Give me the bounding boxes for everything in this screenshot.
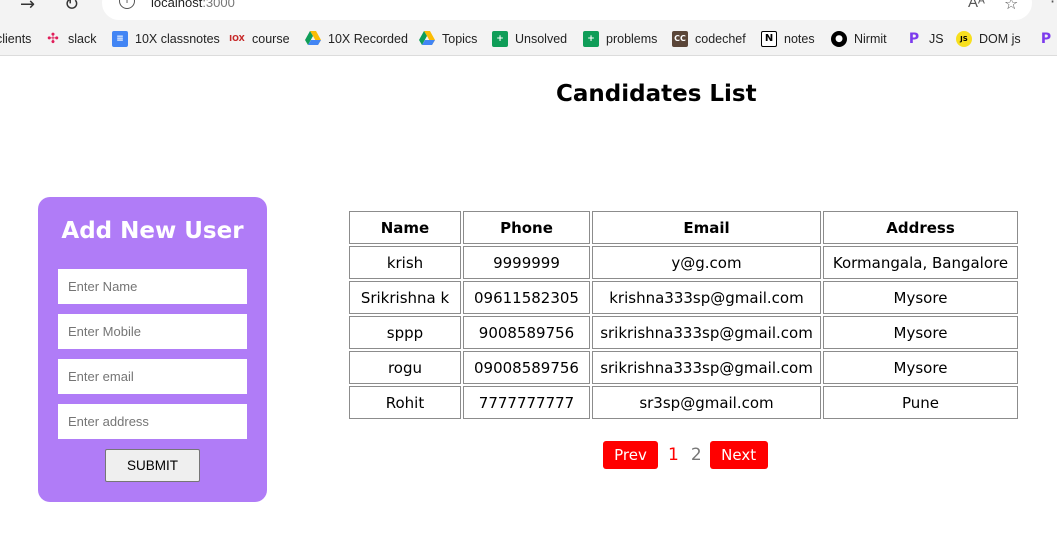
pagination: Prev 1 2 Next <box>603 441 768 469</box>
drive-icon <box>419 31 435 47</box>
email-input[interactable] <box>58 359 247 394</box>
add-user-form: Add New User SUBMIT <box>38 197 267 502</box>
bookmark-problems[interactable]: + problems <box>583 30 657 48</box>
bookmark-10x-recorded[interactable]: 10X Recorded <box>305 30 408 48</box>
cell-phone: 9008589756 <box>463 316 590 349</box>
column-header-phone: Phone <box>463 211 590 244</box>
cell-name: rogu <box>349 351 461 384</box>
name-input[interactable] <box>58 269 247 304</box>
table-row: krish 9999999 y@g.com Kormangala, Bangal… <box>349 246 1018 279</box>
cell-phone: 09611582305 <box>463 281 590 314</box>
cell-address: Kormangala, Bangalore <box>823 246 1018 279</box>
bookmark-unsolved[interactable]: + Unsolved <box>492 30 567 48</box>
column-header-name: Name <box>349 211 461 244</box>
read-aloud-icon[interactable]: Aᴬ <box>968 0 985 11</box>
cell-email: sr3sp@gmail.com <box>592 386 821 419</box>
bookmark-notes[interactable]: N notes <box>761 30 815 48</box>
candidates-table: Name Phone Email Address krish 9999999 y… <box>347 209 1020 421</box>
cell-phone: 7777777777 <box>463 386 590 419</box>
table-row: sppp 9008589756 srikrishna333sp@gmail.co… <box>349 316 1018 349</box>
cell-address: Mysore <box>823 351 1018 384</box>
cell-name: sppp <box>349 316 461 349</box>
column-header-email: Email <box>592 211 821 244</box>
table-row: rogu 09008589756 srikrishna333sp@gmail.c… <box>349 351 1018 384</box>
cell-address: Mysore <box>823 316 1018 349</box>
form-title: Add New User <box>61 218 244 244</box>
address-input[interactable] <box>58 404 247 439</box>
bookmark-course[interactable]: IOX course <box>229 30 289 48</box>
bookmark-js[interactable]: P JS <box>906 30 944 48</box>
cell-name: Rohit <box>349 386 461 419</box>
cell-email: krishna333sp@gmail.com <box>592 281 821 314</box>
more-icon[interactable]: · <box>1050 0 1055 11</box>
cell-name: Srikrishna k <box>349 281 461 314</box>
p-icon: P <box>1040 31 1052 47</box>
cell-name: krish <box>349 246 461 279</box>
cell-address: Mysore <box>823 281 1018 314</box>
mobile-input[interactable] <box>58 314 247 349</box>
notion-icon: N <box>761 31 777 47</box>
js-icon: JS <box>956 31 972 47</box>
table-header-row: Name Phone Email Address <box>349 211 1018 244</box>
bookmark-topics[interactable]: Topics <box>419 30 477 48</box>
reload-icon[interactable]: ↻ <box>64 0 79 15</box>
sheets-icon: + <box>492 31 508 47</box>
cell-phone: 09008589756 <box>463 351 590 384</box>
page-number[interactable]: 2 <box>691 445 702 465</box>
forward-arrow-icon[interactable]: → <box>20 0 35 15</box>
docs-icon: ≡ <box>112 31 128 47</box>
drive-icon <box>305 31 321 47</box>
page-number-current[interactable]: 1 <box>668 445 679 465</box>
cell-email: srikrishna333sp@gmail.com <box>592 316 821 349</box>
bookmark-nirmit[interactable]: ● Nirmit <box>831 30 887 48</box>
bookmark-dom-js[interactable]: JS DOM js <box>956 30 1021 48</box>
column-header-address: Address <box>823 211 1018 244</box>
sheets-icon: + <box>583 31 599 47</box>
url-text[interactable]: localhost:3000 <box>151 0 235 10</box>
page-title: Candidates List <box>556 81 757 107</box>
github-icon: ● <box>831 31 847 47</box>
bookmark-codechef[interactable]: CC codechef <box>672 30 746 48</box>
cell-email: srikrishna333sp@gmail.com <box>592 351 821 384</box>
table-row: Rohit 7777777777 sr3sp@gmail.com Pune <box>349 386 1018 419</box>
submit-button[interactable]: SUBMIT <box>105 449 200 482</box>
next-button[interactable]: Next <box>709 441 768 469</box>
bookmark-overflow[interactable]: P <box>1038 30 1057 48</box>
bookmark-10x-classnotes[interactable]: ≡ 10X classnotes <box>112 30 220 48</box>
10x-icon: IOX <box>229 34 245 43</box>
cell-email: y@g.com <box>592 246 821 279</box>
prev-button[interactable]: Prev <box>603 441 658 469</box>
bookmark-slack[interactable]: ✣ slack <box>45 30 96 48</box>
cell-address: Pune <box>823 386 1018 419</box>
cell-phone: 9999999 <box>463 246 590 279</box>
browser-toolbar: → ↻ i localhost:3000 Aᴬ ☆ · <box>0 0 1057 22</box>
table-row: Srikrishna k 09611582305 krishna333sp@gm… <box>349 281 1018 314</box>
address-bar[interactable] <box>102 0 1032 20</box>
add-favorite-icon[interactable]: ☆ <box>1004 0 1018 13</box>
codechef-icon: CC <box>672 31 688 47</box>
bookmark-clients[interactable]: clients <box>0 30 31 48</box>
slack-icon: ✣ <box>47 31 59 47</box>
bookmarks-bar: clients ✣ slack ≡ 10X classnotes IOX cou… <box>0 22 1057 56</box>
p-icon: P <box>908 31 920 47</box>
